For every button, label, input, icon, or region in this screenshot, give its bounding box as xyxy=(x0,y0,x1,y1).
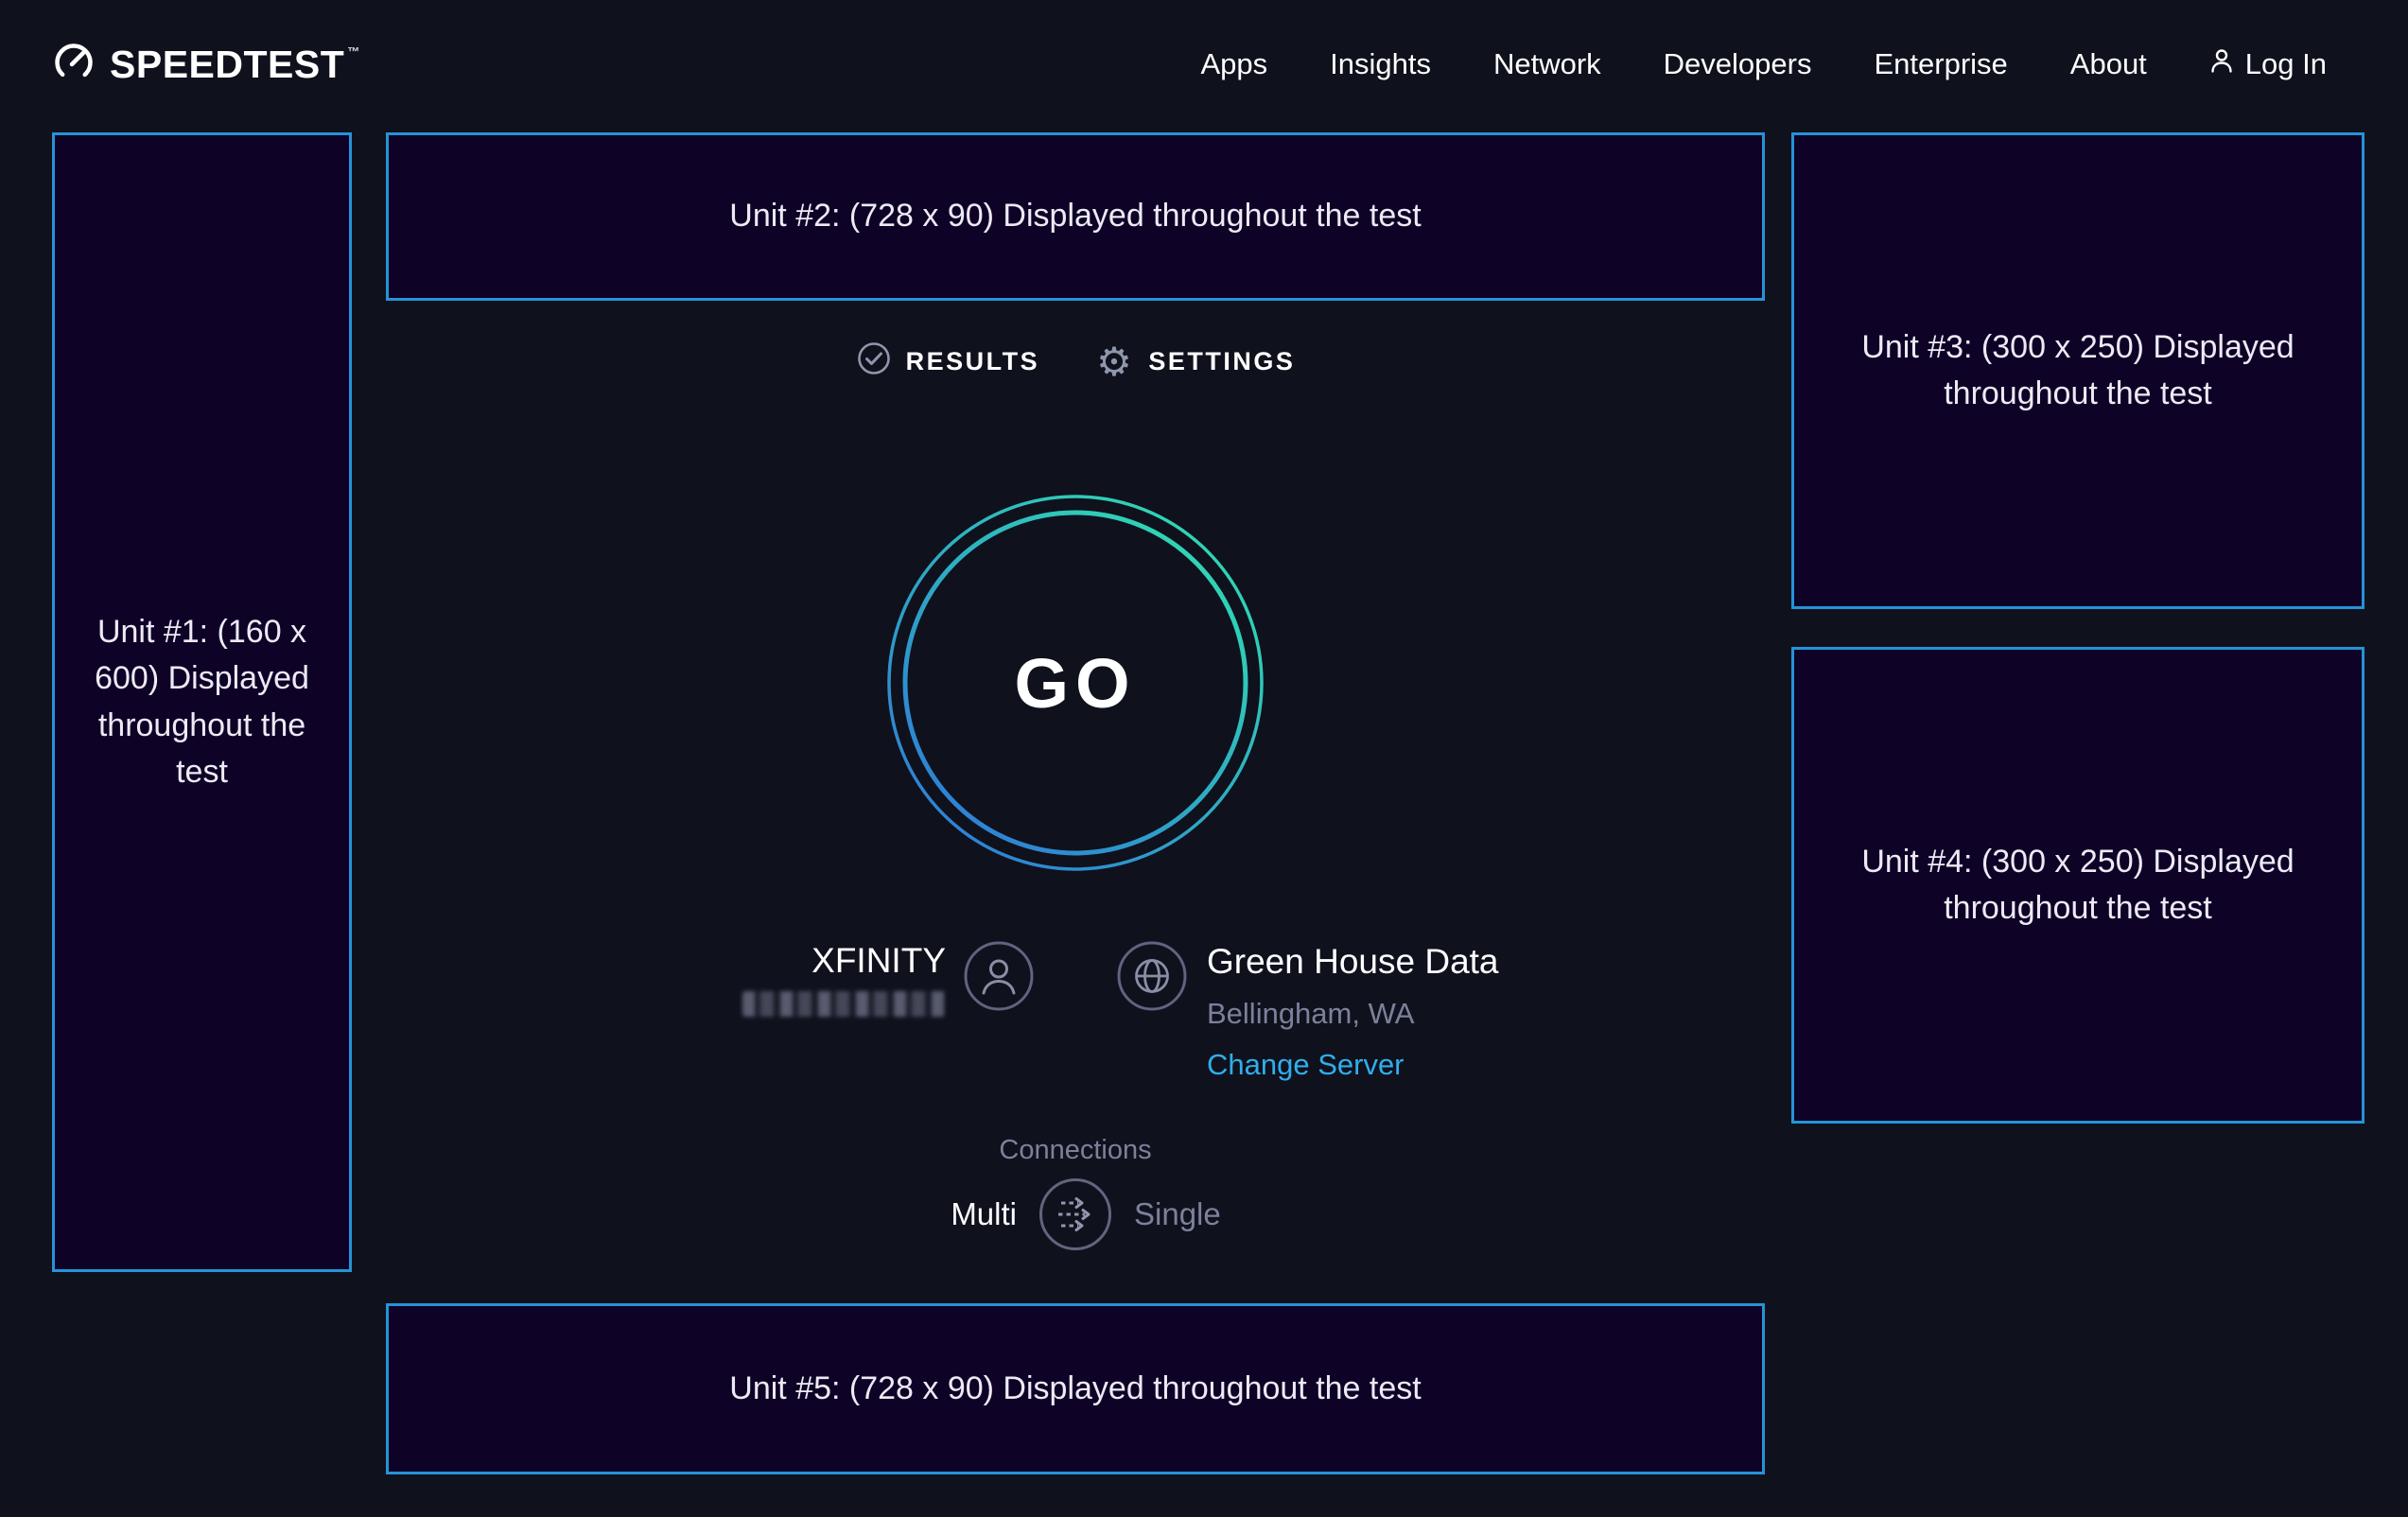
speedtest-logo[interactable]: SPEEDTEST™ xyxy=(52,41,360,89)
isp-name: XFINITY xyxy=(662,941,946,981)
trademark-mark: ™ xyxy=(347,44,360,59)
isp-person-icon xyxy=(963,940,1035,1012)
change-server-link[interactable]: Change Server xyxy=(1207,1048,1405,1082)
nav-item-apps[interactable]: Apps xyxy=(1200,47,1267,81)
ad-unit-2[interactable]: Unit #2: (728 x 90) Displayed throughout… xyxy=(386,132,1765,301)
speedtest-page: SPEEDTEST™ Apps Insights Network Develop… xyxy=(0,0,2408,1517)
connections-single-option[interactable]: Single xyxy=(1134,1196,1276,1232)
server-location: Bellingham, WA xyxy=(1207,997,1414,1031)
nav-item-enterprise[interactable]: Enterprise xyxy=(1874,47,2007,81)
server-name: Green House Data xyxy=(1207,942,1499,982)
tab-results-label: RESULTS xyxy=(906,347,1040,376)
ad-unit-4[interactable]: Unit #4: (300 x 250) Displayed throughou… xyxy=(1791,647,2364,1124)
nav-item-about[interactable]: About xyxy=(2070,47,2147,81)
tab-results[interactable]: RESULTS xyxy=(856,340,1040,383)
connections-title: Connections xyxy=(386,1135,1765,1166)
multi-connection-icon[interactable] xyxy=(1038,1177,1113,1252)
login-button[interactable]: Log In xyxy=(2209,47,2327,81)
go-button[interactable]: GO xyxy=(877,484,1274,881)
speedometer-icon xyxy=(52,41,96,89)
view-tabs: RESULTS ⚙ SETTINGS xyxy=(386,340,1765,383)
check-circle-icon xyxy=(856,340,892,383)
nav-item-insights[interactable]: Insights xyxy=(1330,47,1431,81)
isp-ip-redacted xyxy=(742,991,945,1017)
connections-row: Multi Single xyxy=(386,1177,1765,1252)
login-label: Log In xyxy=(2245,47,2327,81)
top-nav: SPEEDTEST™ Apps Insights Network Develop… xyxy=(0,0,2408,129)
connections-multi-option[interactable]: Multi xyxy=(875,1196,1017,1232)
ad-unit-2-label: Unit #2: (728 x 90) Displayed throughout… xyxy=(729,193,1421,239)
person-icon xyxy=(2209,47,2234,81)
ad-unit-5-label: Unit #5: (728 x 90) Displayed throughout… xyxy=(729,1366,1421,1412)
ad-unit-1[interactable]: Unit #1: (160 x 600) Displayed throughou… xyxy=(52,132,352,1272)
go-label: GO xyxy=(877,484,1274,881)
nav-item-network[interactable]: Network xyxy=(1493,47,1601,81)
ad-unit-4-label: Unit #4: (300 x 250) Displayed throughou… xyxy=(1832,839,2324,933)
ad-unit-5[interactable]: Unit #5: (728 x 90) Displayed throughout… xyxy=(386,1303,1765,1474)
ad-unit-3[interactable]: Unit #3: (300 x 250) Displayed throughou… xyxy=(1791,132,2364,609)
nav-links: Apps Insights Network Developers Enterpr… xyxy=(1200,47,2327,81)
tab-settings[interactable]: ⚙ SETTINGS xyxy=(1096,342,1295,382)
nav-item-developers[interactable]: Developers xyxy=(1664,47,1812,81)
gear-icon: ⚙ xyxy=(1096,342,1134,382)
tab-settings-label: SETTINGS xyxy=(1148,347,1295,376)
ad-unit-1-label: Unit #1: (160 x 600) Displayed throughou… xyxy=(89,609,315,795)
brand-name: SPEEDTEST xyxy=(110,43,344,87)
ad-unit-3-label: Unit #3: (300 x 250) Displayed throughou… xyxy=(1832,324,2324,418)
server-globe-icon xyxy=(1116,940,1188,1012)
